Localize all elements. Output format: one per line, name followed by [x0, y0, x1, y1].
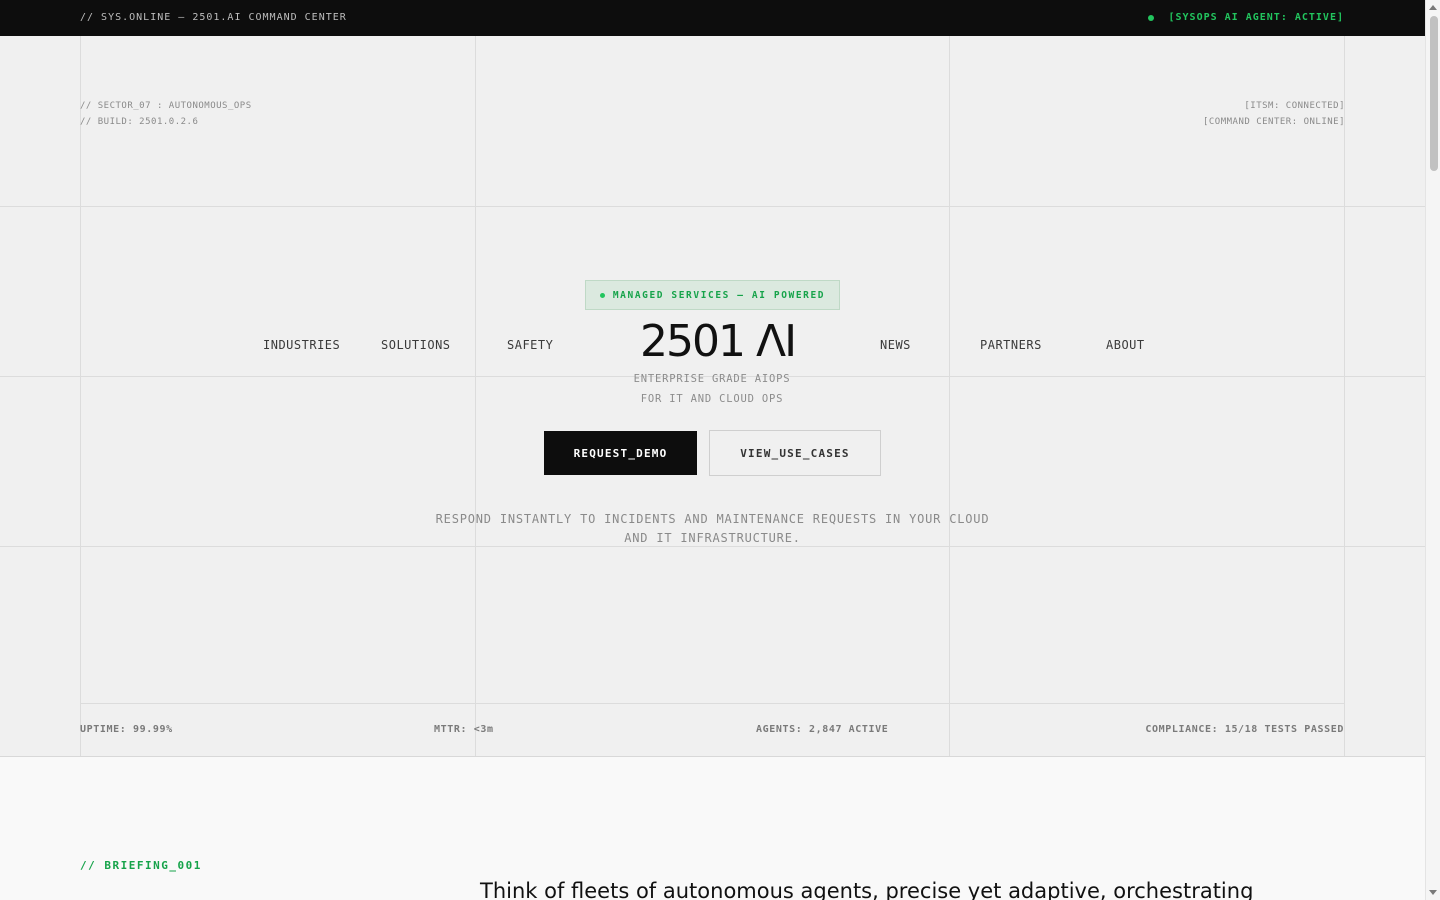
nav-safety[interactable]: SAFETY [507, 338, 553, 352]
agent-status-text: [SYSOPS AI AGENT: ACTIVE] [1168, 12, 1344, 23]
agent-status: [SYSOPS AI AGENT: ACTIVE] [1148, 12, 1344, 23]
scroll-up-arrow-icon[interactable] [1429, 5, 1437, 10]
system-meta-left: // SECTOR_07 : AUTONOMOUS_OPS // BUILD: … [80, 98, 252, 130]
grid-line [80, 36, 81, 756]
grid-line [949, 36, 950, 756]
hero-description: RESPOND INSTANTLY TO INCIDENTS AND MAINT… [435, 512, 990, 545]
managed-services-badge: MANAGED SERVICES — AI POWERED [585, 280, 840, 310]
briefing-lead-text: Think of fleets of autonomous agents, pr… [480, 879, 1254, 900]
tagline: ENTERPRISE GRADE AIOPS FOR IT AND CLOUD … [612, 369, 812, 409]
system-online-text: // SYS.ONLINE — 2501.AI COMMAND CENTER [80, 12, 347, 23]
uptime-stat: UPTIME: 99.99% [80, 724, 173, 735]
scrollbar-thumb[interactable] [1430, 16, 1438, 171]
briefing-label: // BRIEFING_001 [80, 859, 202, 872]
grid-line [80, 703, 1345, 704]
scroll-down-arrow-icon[interactable] [1429, 890, 1437, 895]
brand-logo[interactable]: 2501 ΛI [640, 320, 797, 364]
grid-line [475, 36, 476, 756]
tagline-line-2: FOR IT AND CLOUD OPS [640, 393, 784, 405]
page-scrollbar[interactable] [1425, 0, 1440, 900]
nav-about[interactable]: ABOUT [1106, 338, 1145, 352]
sector-label: // SECTOR_07 : AUTONOMOUS_OPS [80, 101, 252, 111]
tagline-line-1: ENTERPRISE GRADE AIOPS [633, 373, 791, 385]
nav-news[interactable]: NEWS [880, 338, 911, 352]
briefing-section: // BRIEFING_001 Think of fleets of auton… [0, 757, 1425, 900]
grid-line [0, 206, 1425, 207]
badge-label: MANAGED SERVICES — AI POWERED [612, 289, 826, 301]
nav-solutions[interactable]: SOLUTIONS [381, 338, 451, 352]
status-dot-icon [1148, 14, 1155, 21]
mttr-stat: MTTR: <3m [434, 724, 494, 735]
nav-industries[interactable]: INDUSTRIES [263, 338, 340, 352]
itsm-status: [ITSM: CONNECTED] [1244, 101, 1345, 111]
grid-line [1344, 36, 1345, 756]
system-meta-right: [ITSM: CONNECTED] [COMMAND CENTER: ONLIN… [1203, 98, 1345, 130]
badge-dot-icon [599, 292, 605, 298]
view-use-cases-button[interactable]: VIEW_USE_CASES [709, 430, 881, 476]
agents-stat: AGENTS: 2,847 ACTIVE [756, 724, 889, 735]
system-status-bar: // SYS.ONLINE — 2501.AI COMMAND CENTER [… [0, 0, 1425, 36]
nav-partners[interactable]: PARTNERS [980, 338, 1042, 352]
hero-section: // SECTOR_07 : AUTONOMOUS_OPS // BUILD: … [0, 36, 1425, 757]
request-demo-button[interactable]: REQUEST_DEMO [544, 431, 697, 475]
build-label: // BUILD: 2501.0.2.6 [80, 117, 199, 127]
compliance-stat: COMPLIANCE: 15/18 TESTS PASSED [1145, 724, 1344, 735]
command-center-status: [COMMAND CENTER: ONLINE] [1202, 117, 1345, 127]
